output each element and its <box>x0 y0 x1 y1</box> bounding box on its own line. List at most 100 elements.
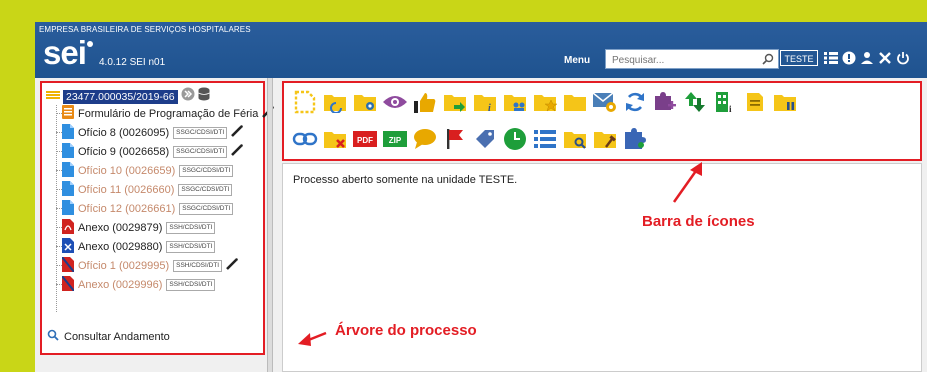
tree-item[interactable]: Ofício 9 (0026658) SSGC/CDSI/DTI <box>62 142 243 161</box>
unit-badge: SSGC/CDSI/DTI <box>178 183 233 196</box>
tree-annotation: Árvore do processo <box>335 322 477 339</box>
tree-item[interactable]: Ofício 12 (0026661) SSGC/CDSI/DTI <box>62 199 234 218</box>
tree-item-label[interactable]: Formulário de Programação de Féria <box>78 108 258 120</box>
signature-pen-icon[interactable] <box>226 258 238 273</box>
excel-icon <box>62 237 74 256</box>
toolbar-annotation: Barra de ícones <box>642 213 755 230</box>
zip-icon[interactable]: ZIP <box>382 126 408 152</box>
power-icon[interactable] <box>896 49 910 67</box>
search-input[interactable] <box>606 52 758 69</box>
document-icon <box>62 180 74 199</box>
refresh-icon[interactable] <box>622 89 648 115</box>
signature-pen-icon[interactable] <box>231 125 243 140</box>
svg-text:i: i <box>488 103 491 113</box>
folder-open-icon[interactable] <box>46 88 60 106</box>
folder-icon[interactable] <box>562 89 588 115</box>
search-box[interactable] <box>605 49 779 69</box>
tree-item[interactable]: Anexo (0029879) SSH/CDSI/DTI <box>62 218 216 237</box>
building-icon[interactable]: i <box>712 89 738 115</box>
process-number[interactable]: 23477.000035/2019-66 <box>63 89 178 104</box>
list-icon[interactable] <box>532 126 558 152</box>
tree-arrow <box>298 331 327 346</box>
tree-item-label[interactable]: Ofício 10 (0026659) <box>78 165 175 177</box>
top-icons <box>824 49 910 67</box>
unit-badge: SSH/CDSI/DTI <box>166 221 216 234</box>
menu-button[interactable]: Menu <box>564 55 590 66</box>
consult-label: Consultar Andamento <box>64 330 170 343</box>
search-icon[interactable] <box>762 52 774 70</box>
tree-item-label[interactable]: Ofício 9 (0026658) <box>78 146 169 158</box>
note-icon[interactable] <box>742 89 768 115</box>
tree-item[interactable]: Formulário de Programação de Féria <box>62 104 275 123</box>
new-document-icon[interactable] <box>292 89 318 115</box>
assign-icon[interactable] <box>412 89 438 115</box>
tree-item-label[interactable]: Ofício 12 (0026661) <box>78 203 175 215</box>
tree-item[interactable]: Ofício 8 (0026095) SSGC/CDSI/DTI <box>62 123 243 142</box>
puzzle-icon[interactable] <box>622 126 648 152</box>
svg-text:i: i <box>729 104 732 114</box>
relate-icon[interactable] <box>682 89 708 115</box>
tree-item-label[interactable]: Anexo (0029879) <box>78 222 162 234</box>
pdf-icon <box>62 218 74 237</box>
update-icon[interactable]: i <box>472 89 498 115</box>
view-icon[interactable] <box>382 89 408 115</box>
signature-pen-icon[interactable] <box>231 144 243 159</box>
send-icon[interactable] <box>442 89 468 115</box>
unit-badge: SSH/CDSI/DTI <box>166 278 216 291</box>
version-label: 4.0.12 SEI n01 <box>99 57 166 68</box>
unit-badge: SSH/CDSI/DTI <box>166 240 216 253</box>
tree-item-label[interactable]: Anexo (0029996) <box>78 279 162 291</box>
tree-item[interactable]: Ofício 1 (0029995) SSH/CDSI/DTI <box>61 255 238 275</box>
tools-icon[interactable] <box>878 49 892 67</box>
tree-item[interactable]: Anexo (0029996) SSH/CDSI/DTI <box>61 274 216 294</box>
search-icon <box>47 329 59 344</box>
tree-item-label[interactable]: Ofício 8 (0026095) <box>78 127 169 139</box>
share-icon[interactable] <box>502 89 528 115</box>
tag-icon[interactable] <box>472 126 498 152</box>
tree-item[interactable]: Ofício 11 (0026660) SSGC/CDSI/DTI <box>62 180 233 199</box>
reopen-icon[interactable] <box>322 89 348 115</box>
process-status-message: Processo aberto somente na unidade TESTE… <box>293 174 518 186</box>
form-icon <box>62 105 74 122</box>
link-icon[interactable] <box>292 126 318 152</box>
assign-folder-icon[interactable] <box>592 126 618 152</box>
tree-item[interactable]: Ofício 10 (0026659) SSGC/CDSI/DTI <box>62 161 234 180</box>
toolbar-row-2: PDF ZIP <box>292 126 648 152</box>
consult-progress-link[interactable]: Consultar Andamento <box>47 329 170 344</box>
info-icon[interactable] <box>842 49 856 67</box>
unit-badge: SSGC/CDSI/DTI <box>179 164 234 177</box>
cancelled-document-icon <box>61 255 75 275</box>
tree-item-label[interactable]: Anexo (0029880) <box>78 241 162 253</box>
delete-icon[interactable] <box>322 126 348 152</box>
toolbar-arrow <box>672 162 702 203</box>
user-icon[interactable] <box>860 49 874 67</box>
flag-icon[interactable] <box>442 126 468 152</box>
comment-icon[interactable] <box>412 126 438 152</box>
folder-settings-icon[interactable] <box>352 89 378 115</box>
unit-badge: SSGC/CDSI/DTI <box>179 202 234 215</box>
pdf-icon[interactable]: PDF <box>352 126 378 152</box>
search-folder-icon[interactable] <box>562 126 588 152</box>
tree-item-label[interactable]: Ofício 11 (0026660) <box>78 184 174 196</box>
pane-splitter[interactable] <box>267 78 273 372</box>
email-icon[interactable] <box>592 89 618 115</box>
tree-item[interactable]: Anexo (0029880) SSH/CDSI/DTI <box>62 237 216 256</box>
unit-badge: SSGC/CDSI/DTI <box>173 145 228 158</box>
document-icon <box>62 123 74 142</box>
attach-icon[interactable] <box>652 89 678 115</box>
clock-icon[interactable] <box>502 126 528 152</box>
pause-icon[interactable] <box>772 89 798 115</box>
document-icon <box>62 161 74 180</box>
tree-item-label[interactable]: Ofício 1 (0029995) <box>78 260 169 272</box>
document-icon <box>62 142 74 161</box>
list-icon[interactable] <box>824 49 838 67</box>
document-icon <box>62 199 74 218</box>
content-panel: Processo aberto somente na unidade TESTE… <box>282 163 922 372</box>
svg-text:ZIP: ZIP <box>389 136 402 145</box>
sei-logo[interactable]: sei <box>43 35 93 71</box>
org-name: EMPRESA BRASILEIRA DE SERVIÇOS HOSPITALA… <box>39 25 251 34</box>
icon-toolbar: i i PDF ZIP <box>282 81 922 161</box>
bookmark-icon[interactable] <box>532 89 558 115</box>
unit-selector[interactable]: TESTE <box>780 50 818 66</box>
main-area: 23477.000035/2019-66 Formulário de Progr… <box>35 78 927 372</box>
